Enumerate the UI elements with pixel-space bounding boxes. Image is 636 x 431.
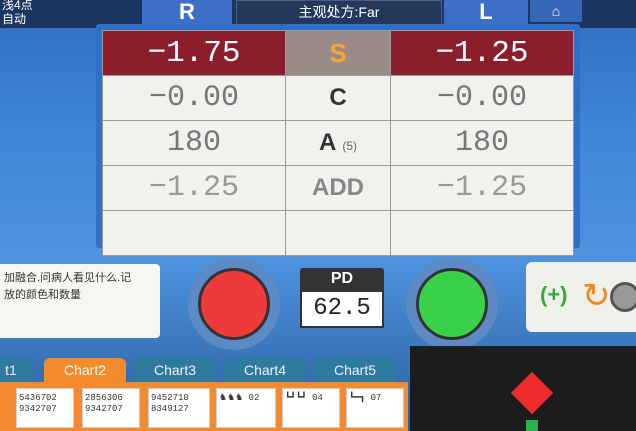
status-label: 浅4点 自动 xyxy=(2,0,33,26)
adjust-control[interactable]: (+) ↻ xyxy=(526,262,636,332)
chart-strip: 5436702 9342707 2856306 9342707 9452710 … xyxy=(0,382,408,431)
axis-label: A xyxy=(318,129,337,156)
add-label[interactable]: ADD xyxy=(285,165,391,211)
left-add-value[interactable]: −1.25 xyxy=(389,165,575,211)
cylinder-label[interactable]: C xyxy=(285,75,391,121)
left-empty-cell xyxy=(389,210,575,256)
left-axis-value[interactable]: 180 xyxy=(389,120,575,166)
tab-chart5[interactable]: Chart5 xyxy=(314,358,396,382)
home-icon: ⌂ xyxy=(551,3,561,19)
prescription-selector[interactable]: 主观处方:Far xyxy=(236,0,442,26)
axis-label-cell[interactable]: A (5) xyxy=(285,120,391,166)
pd-value: 62.5 xyxy=(300,290,384,328)
chart-thumb-3[interactable]: 9452710 8349127 xyxy=(148,388,210,428)
right-cylinder-value[interactable]: −0.00 xyxy=(101,75,287,121)
chart-thumb-4[interactable]: ♞♞♞ 02 xyxy=(216,388,276,428)
left-cylinder-value[interactable]: −0.00 xyxy=(389,75,575,121)
sphere-label[interactable]: S xyxy=(285,30,391,76)
refraction-table: −1.75 S −1.25 −0.00 C −0.00 180 A (5) 180… xyxy=(101,30,575,256)
right-add-value[interactable]: −1.25 xyxy=(101,165,287,211)
knob-icon[interactable] xyxy=(610,282,636,312)
left-eye-tab[interactable]: L xyxy=(444,0,528,26)
status-line-1: 浅4点 xyxy=(2,0,33,12)
pd-display[interactable]: PD 62.5 xyxy=(300,268,384,330)
right-sphere-value[interactable]: −1.75 xyxy=(101,30,287,76)
instruction-line-2: 放的颜色和数量 xyxy=(4,289,81,301)
instruction-line-1: 加融合.问病人看见什么.记 xyxy=(4,272,132,284)
tab-chart1[interactable]: t1 xyxy=(0,358,32,382)
chart-thumb-5[interactable]: ┗┛┗┛ 04 xyxy=(282,388,340,428)
green-target-bar xyxy=(526,420,538,431)
right-empty-cell xyxy=(101,210,287,256)
rotate-arrow-icon: ↻ xyxy=(582,277,611,315)
green-button[interactable] xyxy=(416,268,488,340)
tab-chart4[interactable]: Chart4 xyxy=(224,358,306,382)
chart-thumb-6[interactable]: ┗━┓ 07 xyxy=(346,388,404,428)
chart-thumb-2[interactable]: 2856306 9342707 xyxy=(82,388,140,428)
right-eye-tab[interactable]: R xyxy=(142,0,232,26)
home-button[interactable]: ⌂ xyxy=(530,0,582,22)
tab-chart3[interactable]: Chart3 xyxy=(134,358,216,382)
red-button[interactable] xyxy=(198,268,270,340)
axis-step: (5) xyxy=(342,139,357,153)
right-axis-value[interactable]: 180 xyxy=(101,120,287,166)
left-sphere-value[interactable]: −1.25 xyxy=(389,30,575,76)
chart-tabs: t1 Chart2 Chart3 Chart4 Chart5 xyxy=(0,358,410,384)
pd-label: PD xyxy=(300,268,384,290)
middle-empty-cell xyxy=(285,210,391,256)
chart-thumb-1[interactable]: 5436702 9342707 xyxy=(16,388,74,428)
refraction-panel: −1.75 S −1.25 −0.00 C −0.00 180 A (5) 180… xyxy=(96,24,580,256)
status-line-2: 自动 xyxy=(2,12,27,26)
plus-icon: (+) xyxy=(540,282,568,307)
instruction-box: 加融合.问病人看见什么.记 放的颜色和数量 xyxy=(0,264,160,338)
tab-chart2[interactable]: Chart2 xyxy=(44,358,126,382)
